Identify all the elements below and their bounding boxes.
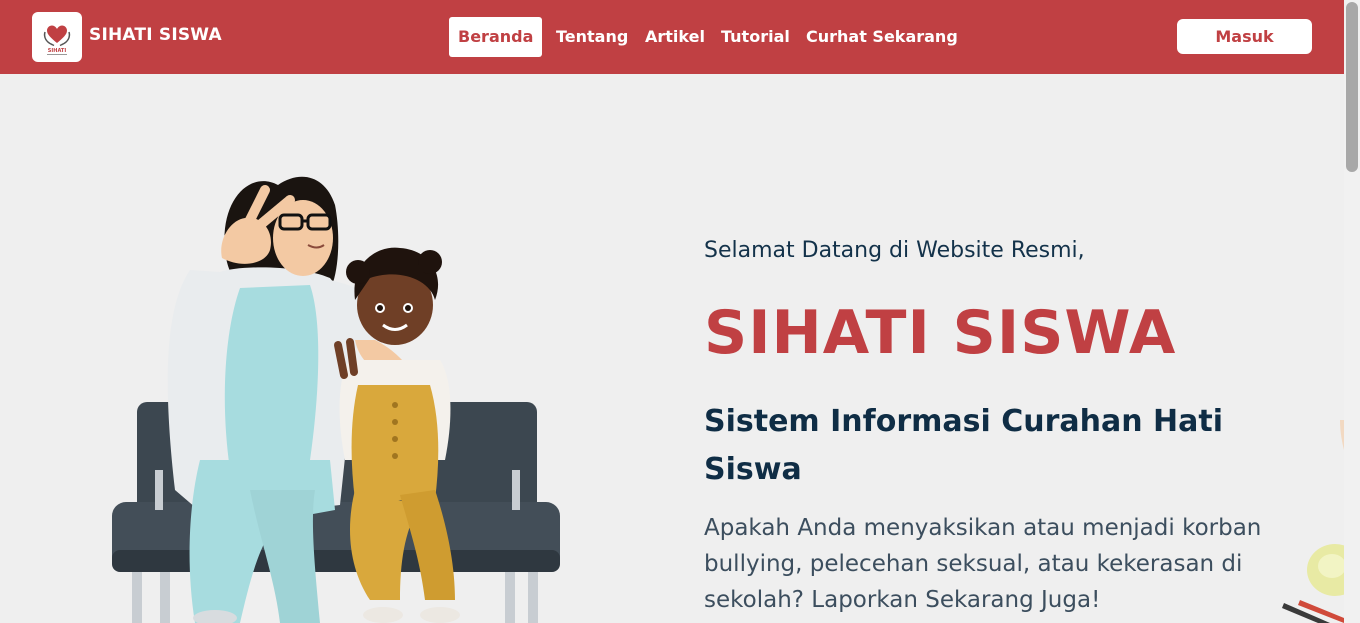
heart-hands-icon: SIHATI: [43, 25, 71, 55]
hero-title: SIHATI SISWA: [704, 298, 1177, 368]
nav-tutorial[interactable]: Tutorial: [712, 17, 799, 57]
nav-curhat-sekarang[interactable]: Curhat Sekarang: [797, 17, 967, 57]
brand-name[interactable]: SIHATI SISWA: [89, 25, 222, 45]
welcome-text: Selamat Datang di Website Resmi,: [704, 238, 1085, 263]
nav-beranda[interactable]: Beranda: [449, 17, 543, 57]
logo-text: SIHATI: [48, 48, 67, 54]
nav-tentang[interactable]: Tentang: [547, 17, 637, 57]
decorative-illustration: [1280, 420, 1360, 623]
nav-artikel[interactable]: Artikel: [636, 17, 714, 57]
login-button[interactable]: Masuk: [1177, 19, 1312, 54]
hero-description: Apakah Anda menyaksikan atau menjadi kor…: [704, 515, 1262, 613]
hero-illustration: [100, 160, 580, 623]
scrollbar-thumb[interactable]: [1346, 2, 1358, 172]
navbar: SIHATI SIHATI SISWA Beranda Tentang Arti…: [0, 0, 1344, 74]
scrollbar[interactable]: [1344, 0, 1360, 623]
hero-subtitle: Sistem Informasi Curahan Hati Siswa: [704, 404, 1223, 487]
logo[interactable]: SIHATI: [32, 12, 82, 62]
